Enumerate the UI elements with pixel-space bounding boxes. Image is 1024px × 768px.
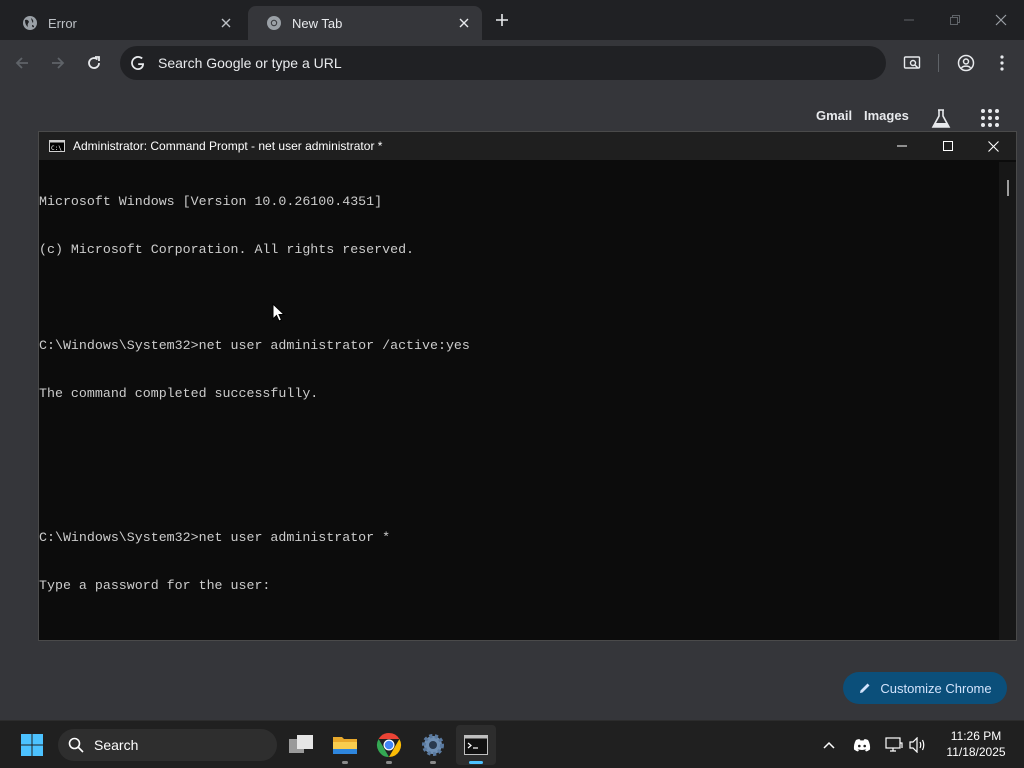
cmd-minimize-button[interactable] xyxy=(879,132,925,160)
system-clock[interactable]: 11:26 PM 11/18/2025 xyxy=(936,728,1016,760)
clock-time: 11:26 PM xyxy=(950,729,1002,743)
profile-button[interactable] xyxy=(954,51,978,75)
console-line: C:\Windows\System32>net user administrat… xyxy=(39,530,391,545)
pencil-icon xyxy=(860,683,870,693)
volume-tray-icon[interactable] xyxy=(906,733,930,757)
task-view-icon xyxy=(289,735,313,753)
cmd-icon: C:\ xyxy=(49,140,65,152)
settings-icon xyxy=(422,734,444,756)
maximize-icon xyxy=(943,141,953,151)
reload-button[interactable] xyxy=(82,51,106,75)
restore-button[interactable] xyxy=(932,0,978,40)
plus-icon xyxy=(496,14,508,26)
omnibox[interactable] xyxy=(120,46,886,80)
terminal-taskbar-button[interactable] xyxy=(456,725,496,765)
terminal-icon xyxy=(464,735,488,755)
search-label: Search xyxy=(94,737,139,753)
search-icon xyxy=(68,737,84,753)
chrome-icon xyxy=(376,733,402,757)
tab-title: New Tab xyxy=(292,15,343,31)
apps-grid-icon xyxy=(981,109,999,127)
command-prompt-window[interactable]: C:\ Administrator: Command Prompt - net … xyxy=(38,131,1017,641)
console-line: (c) Microsoft Corporation. All rights re… xyxy=(39,242,415,257)
tab-error[interactable]: Error xyxy=(4,6,244,40)
customize-chrome-button[interactable]: Customize Chrome xyxy=(843,672,1007,704)
running-indicator xyxy=(430,761,436,764)
close-window-button[interactable] xyxy=(978,0,1024,40)
globe-icon xyxy=(23,16,37,30)
console-line: The command completed successfully. xyxy=(39,386,319,401)
taskbar: Search 11:26 PM 11/18/2025 xyxy=(0,720,1024,768)
chevron-up-icon xyxy=(823,741,835,749)
running-indicator xyxy=(386,761,392,764)
svg-text:C:\: C:\ xyxy=(51,145,62,152)
reload-icon xyxy=(88,56,100,69)
tab-search-button[interactable] xyxy=(900,51,924,75)
task-view-button[interactable] xyxy=(281,725,321,765)
cast-search-icon xyxy=(903,56,921,69)
browser-toolbar xyxy=(0,40,1024,86)
flask-icon xyxy=(931,109,951,128)
file-explorer-icon xyxy=(333,737,357,754)
customize-label: Customize Chrome xyxy=(880,680,992,696)
search-input[interactable] xyxy=(156,54,760,72)
cmd-maximize-button[interactable] xyxy=(925,132,971,160)
cmd-title-bar[interactable]: C:\ Administrator: Command Prompt - net … xyxy=(39,132,1016,160)
console-output[interactable]: Microsoft Windows [Version 10.0.26100.43… xyxy=(39,162,999,638)
new-tab-button[interactable] xyxy=(492,10,512,30)
show-hidden-icons-button[interactable] xyxy=(817,733,841,757)
file-explorer-button[interactable] xyxy=(325,725,365,765)
close-tab-icon[interactable] xyxy=(456,15,472,31)
clock-date: 11/18/2025 xyxy=(946,745,1006,759)
forward-arrow-icon xyxy=(52,57,65,69)
back-button[interactable] xyxy=(10,51,34,75)
taskbar-search[interactable]: Search xyxy=(58,729,277,761)
back-arrow-icon xyxy=(15,57,28,69)
tab-new-tab[interactable]: New Tab xyxy=(248,6,482,40)
console-line: Microsoft Windows [Version 10.0.26100.43… xyxy=(39,194,383,209)
network-tray-icon[interactable] xyxy=(882,733,906,757)
chrome-taskbar-button[interactable] xyxy=(369,725,409,765)
console-scrollbar[interactable] xyxy=(999,162,1016,640)
minimize-icon xyxy=(904,19,914,21)
console-line: Type a password for the user: xyxy=(39,578,271,593)
network-icon xyxy=(885,737,903,752)
restore-icon xyxy=(950,15,960,25)
console-line: C:\Windows\System32>net user administrat… xyxy=(39,338,470,353)
labs-button[interactable] xyxy=(930,108,952,130)
tab-title: Error xyxy=(48,15,77,31)
gmail-link[interactable]: Gmail xyxy=(816,108,852,123)
apps-button[interactable] xyxy=(980,108,1002,130)
mouse-pointer-icon xyxy=(272,303,286,322)
cmd-close-button[interactable] xyxy=(970,132,1016,160)
chrome-icon xyxy=(267,16,281,30)
scrollbar-thumb[interactable] xyxy=(1007,180,1009,196)
start-button[interactable] xyxy=(12,725,52,765)
close-icon xyxy=(995,14,1007,26)
settings-taskbar-button[interactable] xyxy=(413,725,453,765)
forward-button[interactable] xyxy=(46,51,70,75)
discord-tray-icon[interactable] xyxy=(850,733,874,757)
minimize-button[interactable] xyxy=(886,0,932,40)
minimize-icon xyxy=(897,145,907,147)
profile-icon xyxy=(957,54,975,72)
kebab-menu-icon xyxy=(1000,55,1004,71)
cmd-title: Administrator: Command Prompt - net user… xyxy=(73,139,383,153)
close-icon xyxy=(987,140,999,152)
close-tab-icon[interactable] xyxy=(218,15,234,31)
discord-icon xyxy=(853,739,871,752)
running-indicator xyxy=(342,761,348,764)
menu-button[interactable] xyxy=(990,51,1014,75)
tab-strip: Error New Tab xyxy=(0,0,1024,40)
toolbar-separator xyxy=(938,54,939,72)
speaker-icon xyxy=(909,737,925,753)
windows-logo-icon xyxy=(21,734,43,756)
active-indicator xyxy=(469,761,483,764)
images-link[interactable]: Images xyxy=(864,108,909,123)
google-g-icon xyxy=(131,56,145,70)
